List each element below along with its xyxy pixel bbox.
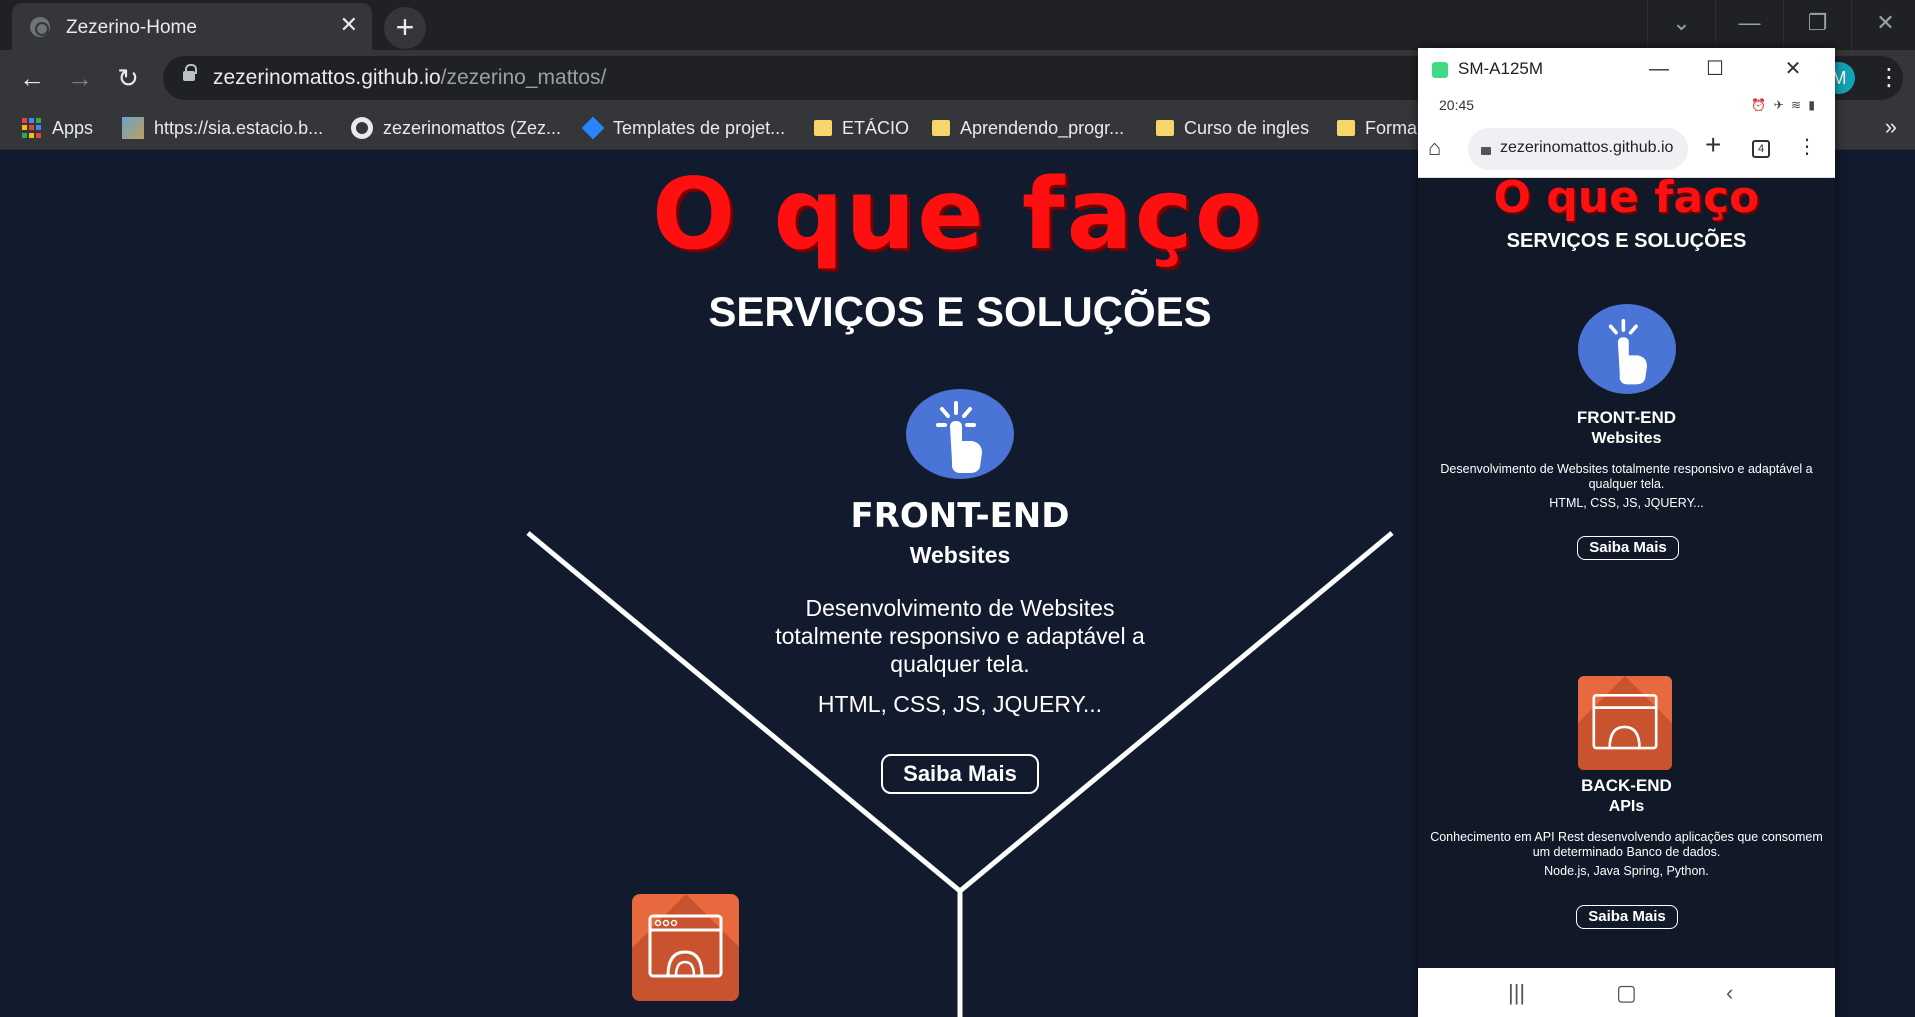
phone-frontend-description: Desenvolvimento de Websites totalmente r… [1440,462,1813,491]
phone-frontend-tech: HTML, CSS, JS, JQUERY... [1549,496,1704,510]
tab-bar: Zezerino-Home ✕ + ⌄ — ❐ ✕ [0,0,1915,50]
new-tab-button[interactable]: + [384,7,426,49]
folder-icon [1337,120,1355,136]
folder-icon [1156,120,1174,136]
tab-title: Zezerino-Home [66,17,197,38]
recents-icon[interactable]: ||| [1508,980,1525,1006]
phone-backend-tech: Node.js, Java Spring, Python. [1544,864,1709,878]
phone-page-content: O que faço SERVIÇOS E SOLUÇÕES FRONT-END… [1418,178,1835,964]
phone-url-field[interactable]: zezerinomattos.github.io [1468,128,1688,170]
reload-button[interactable]: ↻ [112,62,144,94]
phone-window-title: SM-A125M [1458,59,1544,78]
phone-tab-count[interactable]: 4 [1752,140,1770,158]
lock-icon[interactable] [183,64,197,81]
bookmark-apps[interactable]: Apps [22,115,93,141]
pointer-hand-icon [1578,304,1676,394]
bookmark-label: Curso de ingles [1184,117,1310,138]
screen: Zezerino-Home ✕ + ⌄ — ❐ ✕ ← → ↻ zezerino… [0,0,1915,1017]
more-menu-icon[interactable]: ⋮ [1877,62,1901,94]
bookmark-folder-ingles[interactable]: Curso de ingles [1156,115,1309,141]
bookmark-label: Forma [1365,117,1418,138]
phone-backend-title: BACK-END [1581,776,1672,795]
apps-grid-icon [22,118,42,138]
bookmark-folder-etacio[interactable]: ETÁCIO [814,115,909,141]
jira-icon [581,116,605,140]
restore-button[interactable]: ❐ [1783,0,1851,50]
phone-status-bar: 20:45 ⏰ ✈ ≋ ▮ [1418,92,1835,120]
phone-mirror-window: SM-A125M — ☐ ✕ 20:45 ⏰ ✈ ≋ ▮ ⌂ zezerinom… [1418,48,1835,1017]
bookmark-sia[interactable]: https://sia.estacio.b... [122,115,323,141]
bookmarks-overflow-icon[interactable]: » [1885,114,1897,140]
bookmark-label: Apps [52,117,94,138]
close-tab-icon[interactable]: ✕ [340,14,358,36]
phone-backend-subtitle: APIs [1608,798,1645,815]
tab-search-button[interactable]: ⌄ [1647,0,1715,50]
bookmark-folder-forma[interactable]: Forma [1337,115,1417,141]
bookmark-label: zezerinomattos (Zez... [383,117,562,138]
bookmark-label: https://sia.estacio.b... [154,117,324,138]
back-button[interactable]: ← [16,62,48,94]
minimize-button[interactable]: — [1715,0,1783,50]
frontend-saiba-mais-button[interactable]: Saiba Mais [881,754,1039,794]
phone-page-title: O que faço [1493,178,1760,223]
github-icon [351,117,373,139]
lock-icon [1481,147,1491,155]
phone-minimize-button[interactable]: — [1641,54,1677,84]
bookmark-label: Templates de projet... [613,117,786,138]
phone-time: 20:45 [1439,97,1475,113]
pointer-hand-icon [906,389,1014,479]
folder-icon [814,120,832,136]
phone-address-bar: ⌂ zezerinomattos.github.io + 4 ⋮ [1418,120,1835,178]
bookmark-folder-aprendendo[interactable]: Aprendendo_progr... [932,115,1124,141]
home-icon[interactable]: ⌂ [1428,135,1441,161]
phone-close-button[interactable]: ✕ [1775,54,1811,84]
phone-frontend-subtitle: Websites [1591,430,1662,447]
bookmark-label: ETÁCIO [842,117,910,138]
browser-gear-icon [1578,676,1672,770]
phone-page-subtitle: SERVIÇOS E SOLUÇÕES [1506,230,1747,252]
url-text[interactable]: zezerinomattos.github.io/zezerino_mattos… [213,66,606,90]
home-nav-icon[interactable]: ▢ [1616,980,1637,1006]
phone-url-text: zezerinomattos.github.io [1500,139,1674,156]
phone-titlebar: SM-A125M — ☐ ✕ [1418,48,1835,92]
phone-backend-saiba-mais-button[interactable]: Saiba Mais [1576,905,1678,929]
bookmark-label: Aprendendo_progr... [960,117,1125,138]
phone-new-tab-icon[interactable]: + [1705,129,1721,161]
bookmark-templates[interactable]: Templates de projet... [581,115,786,141]
phone-backend-description: Conhecimento em API Rest desenvolvendo a… [1430,830,1823,859]
android-icon [1432,62,1448,78]
close-window-button[interactable]: ✕ [1851,0,1915,50]
back-nav-icon[interactable]: ‹ [1726,980,1733,1006]
phone-menu-icon[interactable]: ⋮ [1797,134,1817,159]
phone-nav-bar: ||| ▢ ‹ [1418,968,1835,1017]
sia-icon [122,117,144,139]
browser-gear-icon [632,894,739,1001]
tab-active[interactable]: Zezerino-Home ✕ [12,3,372,50]
phone-maximize-button[interactable]: ☐ [1697,54,1733,84]
status-icons: ⏰ ✈ ≋ ▮ [1751,98,1817,112]
globe-icon [30,17,50,37]
frontend-description: Desenvolvimento de Websites totalmente r… [775,595,1145,677]
phone-frontend-title: FRONT-END [1576,408,1677,427]
bookmark-github[interactable]: zezerinomattos (Zez... [351,115,561,141]
folder-icon [932,120,950,136]
forward-button[interactable]: → [64,62,96,94]
phone-frontend-saiba-mais-button[interactable]: Saiba Mais [1577,536,1679,560]
